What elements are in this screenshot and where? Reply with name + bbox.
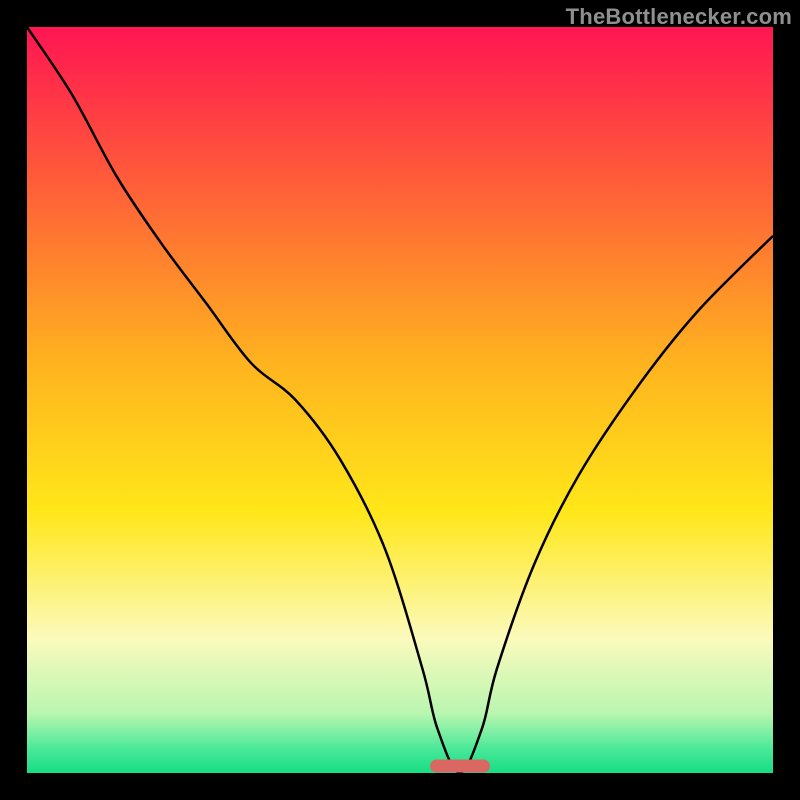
plot-area — [27, 27, 773, 773]
watermark-text: TheBottlenecker.com — [566, 4, 792, 30]
bottleneck-curve — [27, 27, 773, 773]
curve-layer — [27, 27, 773, 773]
optimal-marker — [430, 760, 490, 773]
chart-frame: TheBottlenecker.com — [0, 0, 800, 800]
